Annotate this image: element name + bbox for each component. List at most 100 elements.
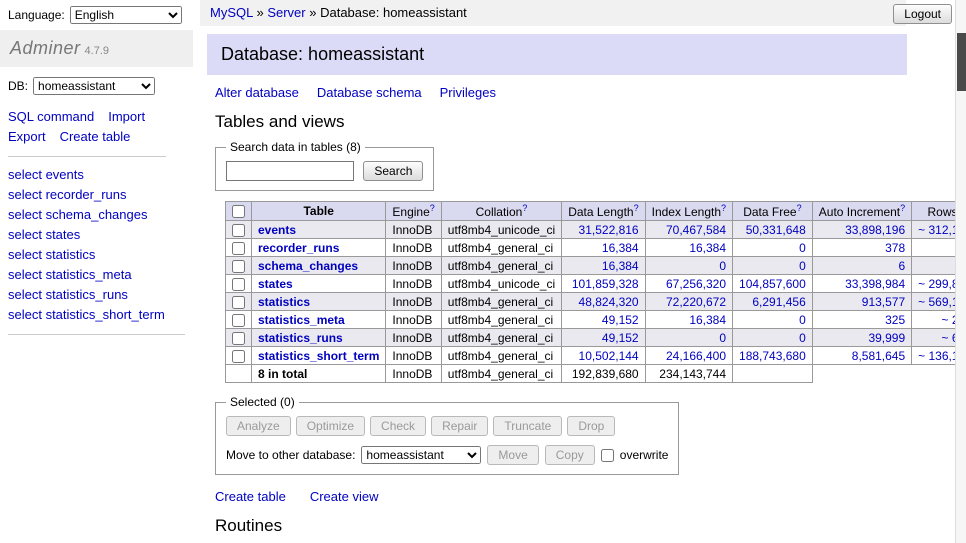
index-length-link[interactable]: 0 bbox=[719, 331, 726, 345]
row-checkbox[interactable] bbox=[232, 332, 245, 345]
language-bar: Language: English bbox=[8, 6, 182, 24]
search-input[interactable] bbox=[226, 161, 354, 181]
auto-increment-link[interactable]: 8,581,645 bbox=[852, 349, 905, 363]
auto-increment-link[interactable]: 33,898,196 bbox=[845, 223, 905, 237]
optimize-button[interactable]: Optimize bbox=[296, 416, 365, 436]
scrollbar[interactable] bbox=[955, 0, 966, 543]
index-length-link[interactable]: 72,220,672 bbox=[666, 295, 726, 309]
table-name-link-events[interactable]: events bbox=[258, 223, 296, 237]
breadcrumb-link-server[interactable]: Server bbox=[267, 5, 305, 20]
row-checkbox[interactable] bbox=[232, 296, 245, 309]
data-free-link[interactable]: 188,743,680 bbox=[739, 349, 806, 363]
data-free-link[interactable]: 50,331,648 bbox=[746, 223, 806, 237]
table-header-row: TableEngine?Collation?Data Length?Index … bbox=[226, 202, 966, 221]
auto-increment-link[interactable]: 33,398,984 bbox=[845, 277, 905, 291]
sidebar-action-create-table[interactable]: Create table bbox=[60, 129, 131, 144]
index-length-link[interactable]: 24,166,400 bbox=[666, 349, 726, 363]
row-checkbox[interactable] bbox=[232, 314, 245, 327]
row-checkbox[interactable] bbox=[232, 350, 245, 363]
data-length-link[interactable]: 16,384 bbox=[602, 241, 639, 255]
copy-button[interactable]: Copy bbox=[545, 445, 595, 465]
sidebar-action-export[interactable]: Export bbox=[8, 129, 46, 144]
move-db-select[interactable]: homeassistant bbox=[361, 446, 481, 464]
db-select[interactable]: homeassistant bbox=[33, 77, 155, 95]
sidebar-action-import[interactable]: Import bbox=[108, 109, 145, 124]
auto-increment-link[interactable]: 39,999 bbox=[868, 331, 905, 345]
drop-button[interactable]: Drop bbox=[567, 416, 615, 436]
search-button[interactable]: Search bbox=[363, 161, 423, 181]
auto-increment-link[interactable]: 913,577 bbox=[862, 295, 905, 309]
logout-button[interactable]: Logout bbox=[893, 4, 952, 24]
adminer-version: 4.7.9 bbox=[85, 45, 109, 57]
collation-cell: utf8mb4_general_ci bbox=[441, 329, 561, 347]
table-row: statistics_runsInnoDButf8mb4_general_ci4… bbox=[226, 329, 966, 347]
table-name-link-recorder-runs[interactable]: recorder_runs bbox=[258, 241, 339, 255]
sidebar-table-select-events[interactable]: select events bbox=[8, 167, 185, 182]
select-all-checkbox[interactable] bbox=[232, 205, 245, 218]
data-length-link[interactable]: 16,384 bbox=[602, 259, 639, 273]
data-length-link[interactable]: 31,522,816 bbox=[579, 223, 639, 237]
repair-button[interactable]: Repair bbox=[431, 416, 488, 436]
data-free-link[interactable]: 0 bbox=[799, 313, 806, 327]
create-link-create-table[interactable]: Create table bbox=[215, 489, 286, 504]
db-link-alter-database[interactable]: Alter database bbox=[215, 85, 299, 100]
table-name-link-statistics-meta[interactable]: statistics_meta bbox=[258, 313, 345, 327]
index-length-link[interactable]: 67,256,320 bbox=[666, 277, 726, 291]
sidebar-table-select-schema-changes[interactable]: select schema_changes bbox=[8, 207, 185, 222]
check-button[interactable]: Check bbox=[370, 416, 426, 436]
row-checkbox[interactable] bbox=[232, 278, 245, 291]
table-row: statisticsInnoDButf8mb4_general_ci48,824… bbox=[226, 293, 966, 311]
index-length-link[interactable]: 16,384 bbox=[689, 241, 726, 255]
index-length-link[interactable]: 70,467,584 bbox=[666, 223, 726, 237]
sidebar-table-select-statistics-short-term[interactable]: select statistics_short_term bbox=[8, 307, 185, 322]
data-length-link[interactable]: 48,824,320 bbox=[579, 295, 639, 309]
index-length-link[interactable]: 0 bbox=[719, 259, 726, 273]
index-length-cell: 24,166,400 bbox=[645, 347, 732, 365]
data-free-link[interactable]: 0 bbox=[799, 259, 806, 273]
data-length-link[interactable]: 10,502,144 bbox=[579, 349, 639, 363]
sidebar-table-select-statistics-runs[interactable]: select statistics_runs bbox=[8, 287, 185, 302]
breadcrumb-separator: » bbox=[306, 5, 320, 20]
sidebar-table-select-recorder-runs[interactable]: select recorder_runs bbox=[8, 187, 185, 202]
table-name-link-statistics-runs[interactable]: statistics_runs bbox=[258, 331, 343, 345]
sidebar-table-select-states[interactable]: select states bbox=[8, 227, 185, 242]
db-link-privileges[interactable]: Privileges bbox=[440, 85, 496, 100]
data-free-link[interactable]: 104,857,600 bbox=[739, 277, 806, 291]
data-length-link[interactable]: 101,859,328 bbox=[572, 277, 639, 291]
db-link-database-schema[interactable]: Database schema bbox=[317, 85, 422, 100]
auto-increment-cell: 6 bbox=[812, 257, 911, 275]
row-checkbox[interactable] bbox=[232, 224, 245, 237]
row-checkbox[interactable] bbox=[232, 242, 245, 255]
truncate-button[interactable]: Truncate bbox=[493, 416, 562, 436]
overwrite-checkbox[interactable] bbox=[601, 449, 614, 462]
data-length-link[interactable]: 49,152 bbox=[602, 313, 639, 327]
row-checkbox[interactable] bbox=[232, 260, 245, 273]
sidebar-table-select-statistics[interactable]: select statistics bbox=[8, 247, 185, 262]
data-free-link[interactable]: 6,291,456 bbox=[752, 295, 805, 309]
language-select[interactable]: English bbox=[70, 6, 182, 24]
data-free-link[interactable]: 0 bbox=[799, 331, 806, 345]
data-free-link[interactable]: 0 bbox=[799, 241, 806, 255]
sidebar-table-select-statistics-meta[interactable]: select statistics_meta bbox=[8, 267, 185, 282]
sidebar-action-sql-command[interactable]: SQL command bbox=[8, 109, 94, 124]
auto-increment-link[interactable]: 6 bbox=[898, 259, 905, 273]
table-name-link-statistics[interactable]: statistics bbox=[258, 295, 310, 309]
analyze-button[interactable]: Analyze bbox=[226, 416, 291, 436]
breadcrumb-link-mysql[interactable]: MySQL bbox=[210, 5, 253, 20]
index-length-link[interactable]: 16,384 bbox=[689, 313, 726, 327]
adminer-logo[interactable]: Adminer bbox=[10, 38, 81, 58]
scrollbar-thumb[interactable] bbox=[957, 33, 966, 91]
data-length-cell: 49,152 bbox=[562, 329, 645, 347]
engine-cell: InnoDB bbox=[386, 257, 441, 275]
breadcrumb: MySQL » Server » Database: homeassistant bbox=[200, 0, 906, 26]
auto-increment-link[interactable]: 378 bbox=[885, 241, 905, 255]
auto-increment-link[interactable]: 325 bbox=[885, 313, 905, 327]
total-collation-cell: utf8mb4_general_ci bbox=[441, 365, 561, 383]
table-name-link-schema-changes[interactable]: schema_changes bbox=[258, 259, 358, 273]
create-link-create-view[interactable]: Create view bbox=[310, 489, 379, 504]
table-name-cell: states bbox=[252, 275, 386, 293]
data-length-link[interactable]: 49,152 bbox=[602, 331, 639, 345]
move-button[interactable]: Move bbox=[487, 445, 538, 465]
table-name-link-states[interactable]: states bbox=[258, 277, 293, 291]
table-name-link-statistics-short-term[interactable]: statistics_short_term bbox=[258, 349, 379, 363]
